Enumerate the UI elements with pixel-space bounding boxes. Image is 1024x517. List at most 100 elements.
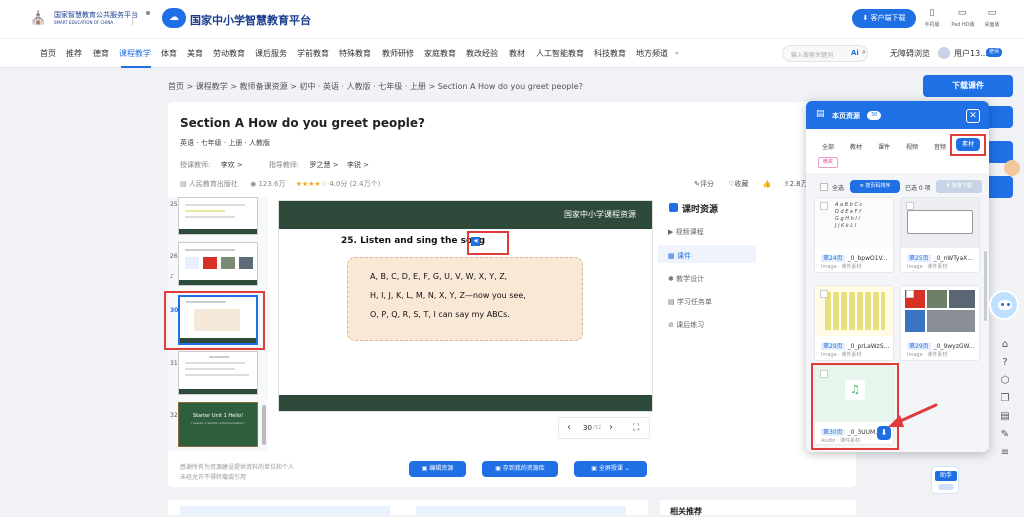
nav-item-ai[interactable]: 人工智能教育 — [536, 48, 584, 59]
thumb-number: 31 — [170, 360, 178, 367]
filter-audio[interactable]: 音频 — [934, 142, 946, 151]
ai-search-icon[interactable]: Ai — [851, 49, 859, 57]
home-icon[interactable]: ⌂ — [999, 339, 1011, 351]
divider — [132, 13, 133, 25]
assistant-button[interactable]: 助手 — [931, 466, 959, 494]
resource-card[interactable]: 第25页 _0_nWTyaX... Image · 课件素材 — [900, 197, 980, 273]
filter-all[interactable]: 全部 — [822, 142, 834, 151]
chevron-right-icon: > — [234, 161, 243, 169]
phone-icon[interactable]: ▯ — [922, 8, 942, 18]
document-icon: ▤ — [816, 109, 825, 119]
rate-button[interactable]: 评分 — [700, 180, 714, 188]
card-checkbox[interactable] — [820, 202, 828, 210]
download-client-button[interactable]: ⬇ 客户端下载 — [852, 9, 916, 28]
search-box[interactable]: 输入搜索关键词 Ai ⌕ — [782, 45, 868, 62]
nav-item-arts[interactable]: 美育 — [187, 48, 203, 59]
pad-icon[interactable]: ▭ — [952, 8, 972, 18]
footer-note: 感谢所有为资源建设提供资料的单位和个人 — [180, 464, 295, 471]
accessibility-link[interactable]: 无障碍浏览 — [890, 48, 930, 59]
filter-courseware[interactable]: 课件 — [878, 142, 890, 151]
help-icon[interactable]: ? — [999, 357, 1011, 369]
robot-assistant-icon[interactable] — [989, 290, 1019, 320]
filter-textbook[interactable]: 教材 — [850, 142, 862, 151]
copy-icon[interactable]: ❐ — [999, 393, 1011, 405]
thumb-scrollbar[interactable] — [262, 405, 266, 445]
resource-item-tasklist[interactable]: ▤ 学习任务单 — [668, 297, 712, 307]
search-icon[interactable]: ⌕ — [862, 48, 866, 57]
thumbnail-26[interactable] — [178, 242, 258, 286]
nav-item-sports[interactable]: 体育 — [161, 48, 177, 59]
card-checkbox[interactable] — [906, 290, 914, 298]
sort-by-page-button[interactable]: ≡ 按页码排序 — [850, 180, 900, 193]
edit-icon[interactable]: ✎ — [999, 429, 1011, 441]
nav-item-reform[interactable]: 教改经验 — [466, 48, 498, 59]
user-name[interactable]: 用户13... — [954, 48, 988, 59]
nav-item-teacher[interactable]: 教师研修 — [382, 48, 414, 59]
nav-item-after-school[interactable]: 课后服务 — [255, 48, 287, 59]
lesson-meta: 英语 · 七年级 · 上册 · 人教版 — [180, 139, 271, 147]
thumbnail-32[interactable]: Starter Unit 1 Hello! ( Lesson 1 Section… — [178, 402, 258, 447]
card-checkbox[interactable] — [906, 202, 914, 210]
close-icon[interactable]: ✕ — [966, 109, 980, 123]
resource-card[interactable]: 第29页 _0_prLaWzS... Image · 课件素材 — [814, 285, 894, 361]
user-badge: 老师 — [986, 48, 1003, 57]
favorite-button[interactable]: 收藏 — [734, 180, 748, 188]
resource-card[interactable]: 第29页 _0_9wyzGW... Image · 课件素材 — [900, 285, 980, 361]
guide-name[interactable]: 李锐 — [347, 161, 361, 169]
select-all-label[interactable]: 全选 — [832, 183, 844, 192]
device-desktop[interactable]: 桌面版 — [978, 21, 1006, 28]
nav-item-course[interactable]: 课程教学 — [119, 48, 151, 59]
nav-item-special[interactable]: 特殊教育 — [339, 48, 371, 59]
nav-item-family[interactable]: 家庭教育 — [424, 48, 456, 59]
avatar-helper[interactable] — [1004, 160, 1020, 176]
nav-item-preschool[interactable]: 学前教育 — [297, 48, 329, 59]
nav-item-home[interactable]: 首页 — [40, 48, 56, 59]
resource-card[interactable]: A a B b C cD d E e F fG g H h I iJ j K k… — [814, 197, 894, 273]
thumbnail-25[interactable] — [178, 197, 258, 235]
nav-item-moral[interactable]: 德育 — [93, 48, 109, 59]
fullscreen-teach-button[interactable]: ▣ 全屏授课 ⌄ — [574, 461, 647, 477]
thumbnail-30[interactable] — [178, 295, 258, 345]
device-pad[interactable]: Pad HD版 — [946, 21, 980, 28]
avatar[interactable] — [938, 47, 950, 59]
breadcrumb-item-current: Section A How do you greet people? — [437, 82, 583, 91]
desktop-icon[interactable]: ▭ — [982, 8, 1002, 18]
note-icon[interactable]: ▤ — [999, 411, 1011, 423]
resource-item-exercise[interactable]: ⊘ 课后练习 — [668, 320, 704, 330]
download-courseware-button[interactable]: 下载课件 — [923, 75, 1013, 97]
save-to-library-button[interactable]: ▣ 存到我的资源库 — [482, 461, 558, 477]
resource-item-video[interactable]: ▶ 视频课程 — [668, 227, 704, 237]
nav-item-labor[interactable]: 劳动教育 — [213, 48, 245, 59]
filter-video[interactable]: 视频 — [906, 142, 918, 151]
panel-scrollbar[interactable] — [984, 251, 987, 321]
nav-item-local[interactable]: 地方频道 — [636, 48, 668, 59]
fullscreen-icon[interactable]: ⛶ — [633, 423, 639, 433]
thumbnail-31[interactable] — [178, 351, 258, 395]
chevron-left-icon[interactable]: ‹ — [567, 422, 571, 433]
nav-item-tech[interactable]: 科技教育 — [594, 48, 626, 59]
like-icon[interactable]: 👍 — [763, 180, 772, 188]
guide-name[interactable]: 罗之慧 — [310, 161, 331, 169]
nav-item-recommend[interactable]: 推荐 — [66, 48, 82, 59]
select-all-checkbox[interactable] — [820, 183, 828, 191]
teacher-name[interactable]: 李欢 — [221, 161, 235, 169]
resource-item-courseware[interactable]: ▦ 课件 — [668, 251, 691, 261]
teacher-row: 授课教师: 李欢 > 指导教师: 罗之慧 > 李锐 > — [180, 160, 369, 170]
batch-download-button[interactable]: ⬇ 批量下载 — [936, 180, 982, 193]
guide-label: 指导教师: — [268, 161, 300, 169]
resource-item-design[interactable]: ✱ 教学设计 — [668, 274, 704, 284]
card-checkbox[interactable] — [820, 290, 828, 298]
breadcrumb-item-home[interactable]: 首页 — [168, 82, 184, 91]
breadcrumb-item-course[interactable]: 课程教学 — [196, 82, 228, 91]
search-input[interactable]: 输入搜索关键词 — [791, 50, 833, 59]
chevron-down-icon[interactable]: ⌄ — [674, 48, 680, 56]
edit-resource-button[interactable]: ▣ 编辑资源 — [409, 461, 466, 477]
cube-icon[interactable]: ⬡ — [999, 375, 1011, 387]
breadcrumb-item-grade[interactable]: 初中 · 英语 · 人教版 · 七年级 · 上册 — [299, 82, 426, 91]
menu-icon[interactable]: ≡ — [999, 447, 1011, 459]
sub-tag[interactable]: 微资 — [818, 157, 838, 168]
chevron-right-icon[interactable]: › — [609, 422, 613, 433]
breadcrumb-item-teacher[interactable]: 教师备课资源 — [240, 82, 288, 91]
device-phone[interactable]: 手机版 — [918, 21, 946, 28]
nav-item-textbook[interactable]: 教材 — [509, 48, 525, 59]
